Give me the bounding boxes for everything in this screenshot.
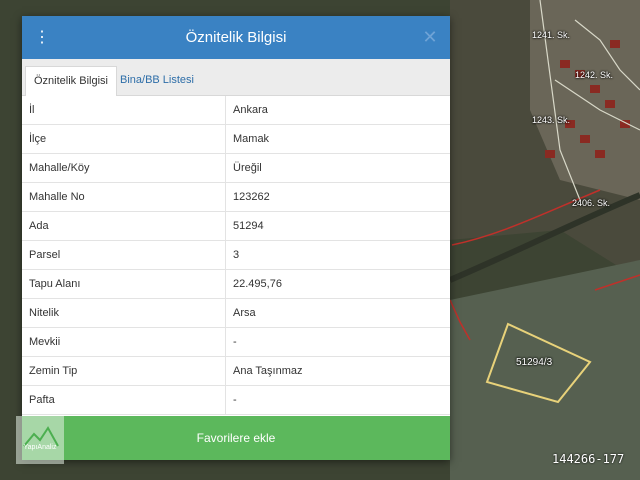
tab-attribute-info[interactable]: Öznitelik Bilgisi [25,66,117,96]
row-key: Zemin Tip [22,356,226,386]
row-key: İlçe [22,124,226,154]
dialog-header: Öznitelik Bilgisi ⋮ ✕ [22,16,450,59]
table-row: Tapu Alanı 22.495,76 [22,269,450,299]
table-row: İl Ankara [22,96,450,125]
row-key: Mahalle No [22,182,226,212]
dialog-title: Öznitelik Bilgisi [185,29,287,46]
row-value: 3 [225,240,450,270]
tab-building-list[interactable]: Bina/BB Listesi [112,66,202,95]
vertical-dots-icon[interactable]: ⋮ [34,29,50,47]
add-to-favorites-button[interactable]: Favorilere ekle [22,416,450,460]
logo-mountain-icon [23,426,59,447]
parcel-label: 51294/3 [516,357,553,368]
row-value: 123262 [225,182,450,212]
tab-bar: Öznitelik Bilgisi Bina/BB Listesi [22,59,450,96]
row-value: - [225,385,450,415]
row-key: Mahalle/Köy [22,153,226,183]
row-value: Ankara [225,96,450,125]
table-row: Mahalle No 123262 [22,182,450,212]
row-key: Tapu Alanı [22,269,226,299]
attribute-info-dialog: Öznitelik Bilgisi ⋮ ✕ Öznitelik Bilgisi … [22,16,450,460]
table-row: Zemin Tip Ana Taşınmaz [22,356,450,386]
table-row: Ada 51294 [22,211,450,241]
close-icon[interactable]: ✕ [420,27,440,47]
row-key: Parsel [22,240,226,270]
row-key: İl [22,96,226,125]
row-value: 22.495,76 [225,269,450,299]
row-value: Ana Taşınmaz [225,356,450,386]
logo-text: YapıAnaliz [23,444,57,451]
row-value: Üreğil [225,153,450,183]
street-label-1243: 1243. Sk. [532,115,571,125]
yapianaliz-logo: YapıAnaliz [16,416,64,464]
table-row: İlçe Mamak [22,124,450,154]
street-label-1242: 1242. Sk. [575,70,614,80]
row-value: Arsa [225,298,450,328]
row-value: Mamak [225,124,450,154]
listing-id: 144266-177 [552,452,625,466]
table-row: Pafta - [22,385,450,415]
row-key: Ada [22,211,226,241]
street-label-2406: 2406. Sk. [572,198,611,208]
street-label-1241: 1241. Sk. [532,30,571,40]
row-key: Pafta [22,385,226,415]
row-value: - [225,327,450,357]
row-key: Mevkii [22,327,226,357]
attribute-table: İl Ankara İlçe Mamak Mahalle/Köy Üreğil Mah… [22,96,450,415]
table-row: Mahalle/Köy Üreğil [22,153,450,183]
table-row: Parsel 3 [22,240,450,270]
row-key: Nitelik [22,298,226,328]
table-row: Nitelik Arsa [22,298,450,328]
table-row: Mevkii - [22,327,450,357]
row-value: 51294 [225,211,450,241]
